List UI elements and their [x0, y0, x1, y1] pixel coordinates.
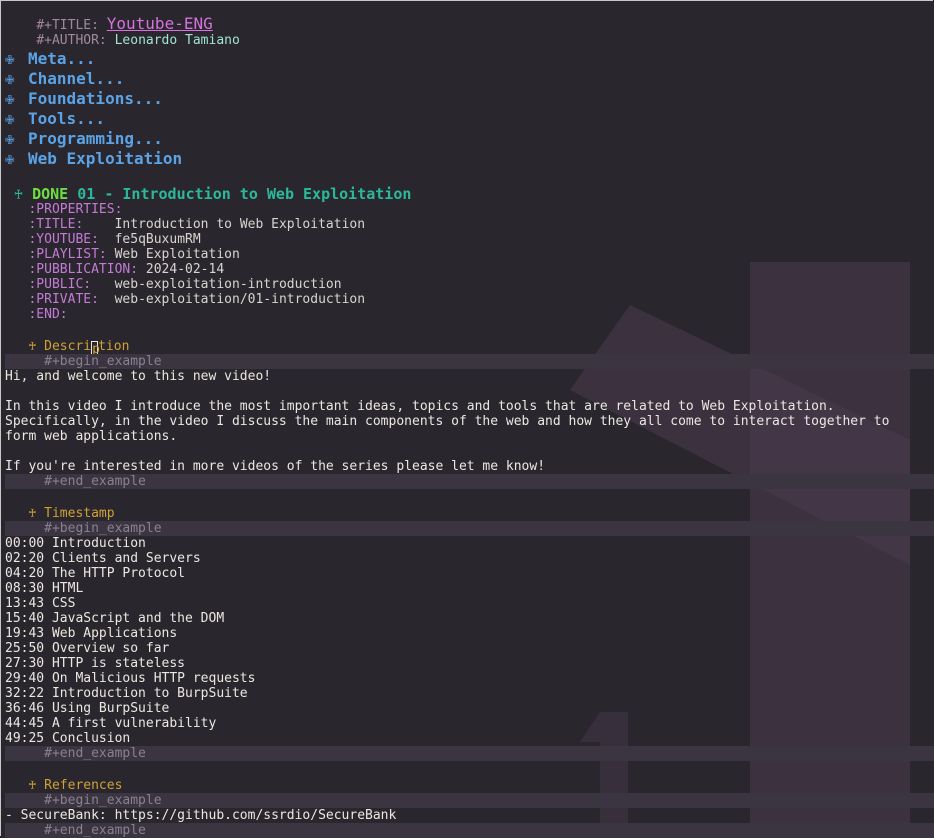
heading-label: Channel...	[28, 69, 125, 88]
reference-line: - SecureBank: https://github.com/ssrdio/…	[5, 808, 397, 823]
property-pad	[83, 217, 114, 232]
begin-example: #+begin_example	[44, 793, 162, 808]
property-pad	[107, 247, 115, 262]
timestamp-line: 32:22 Introduction to BurpSuite	[5, 686, 248, 701]
end-example: #+end_example	[44, 474, 146, 489]
entry-heading[interactable]: ♰ DONE 01 - Introduction to Web Exploita…	[5, 185, 411, 203]
document-author: Leonardo Tamiano	[114, 33, 240, 48]
property-pad	[138, 262, 146, 277]
timestamp-line: 29:40 On Malicious HTTP requests	[5, 671, 256, 686]
entry-title: 01 - Introduction to Web Exploitation	[77, 185, 412, 203]
timestamp-line: 02:20 Clients and Servers	[5, 551, 201, 566]
property-value: fe5qBuxumRM	[114, 232, 201, 247]
timestamp-line: 15:40 JavaScript and the DOM	[5, 611, 225, 626]
property-line: :YOUTUBE: fe5qBuxumRM	[5, 232, 201, 247]
end-example: #+end_example	[44, 823, 146, 838]
description-line: Hi, and welcome to this new video!	[5, 369, 272, 384]
timestamp-line: 13:43 CSS	[5, 596, 76, 611]
description-line: If you're interested in more videos of t…	[5, 459, 546, 474]
timestamp-line: 27:30 HTTP is stateless	[5, 656, 186, 671]
description-line: Specifically, in the video I discuss the…	[5, 414, 890, 429]
author-line: #+AUTHOR: Leonardo Tamiano	[5, 18, 240, 48]
ankh-bullet-icon: ♰	[14, 185, 24, 203]
timestamp-line: 49:25 Conclusion	[5, 731, 131, 746]
property-value: 2024-02-14	[145, 262, 225, 277]
cross-bullet-icon: ✙	[5, 109, 15, 128]
property-key: :PUBBLICATION:	[28, 262, 139, 277]
ankh-bullet-icon: ♰	[28, 339, 37, 354]
cross-bullet-icon: ✙	[5, 129, 15, 148]
cross-bullet-icon: ✙	[5, 89, 15, 108]
heading-channel[interactable]: ✙ Channel...	[5, 69, 124, 89]
property-key: :PRIVATE:	[28, 292, 99, 307]
author-keyword: #+AUTHOR:	[36, 33, 107, 48]
property-line: :PLAYLIST: Web Exploitation	[5, 247, 240, 262]
subheading-timestamp[interactable]: ♰ Timestamp	[5, 506, 114, 521]
subheading-references[interactable]: ♰ References	[5, 778, 122, 793]
property-key: :PUBLIC:	[28, 277, 92, 292]
timestamp-line: 08:30 HTML	[5, 581, 84, 596]
subheading-description[interactable]: ♰ Description	[5, 339, 129, 357]
end-example: #+end_example	[44, 746, 146, 761]
properties-drawer-end: :END:	[28, 307, 68, 322]
heading-label: Tools...	[28, 109, 106, 128]
property-key: :TITLE:	[28, 217, 84, 232]
property-value: web-exploitation-introduction	[114, 277, 342, 292]
property-pad	[99, 232, 115, 247]
timestamp-line: 25:50 Overview so far	[5, 641, 170, 656]
heading-label: Programming...	[28, 129, 163, 148]
begin-example: #+begin_example	[44, 354, 162, 369]
property-line: :PUBLIC: web-exploitation-introduction	[5, 277, 342, 292]
property-key: :YOUTUBE:	[28, 232, 99, 247]
timestamp-line: 44:45 A first vulnerability	[5, 716, 217, 731]
ankh-bullet-icon: ♰	[28, 506, 37, 521]
timestamp-line: 00:00 Introduction	[5, 536, 146, 551]
timestamp-line: 19:43 Web Applications	[5, 626, 178, 641]
ankh-bullet-icon: ♰	[28, 778, 37, 793]
timestamp-line: 36:46 Using BurpSuite	[5, 701, 170, 716]
cross-bullet-icon: ✙	[5, 49, 15, 68]
description-line: form web applications.	[5, 429, 178, 444]
title-line: #+TITLE: Youtube-ENG	[5, 1, 212, 34]
heading-label: Meta...	[28, 49, 96, 68]
property-value: Introduction to Web Exploitation	[114, 217, 366, 232]
property-value: web-exploitation/01-introduction	[114, 292, 366, 307]
description-line: In this video I introduce the most impor…	[5, 399, 835, 414]
property-pad	[99, 292, 115, 307]
property-pad	[91, 277, 114, 292]
property-line: :PUBBLICATION: 2024-02-14	[5, 262, 224, 277]
property-line: :TITLE: Introduction to Web Exploitation	[5, 217, 365, 232]
todo-state: DONE	[32, 185, 69, 203]
properties-drawer-start: :PROPERTIES:	[28, 202, 123, 217]
property-line: :PRIVATE: web-exploitation/01-introducti…	[5, 292, 365, 307]
heading-web-exploitation[interactable]: ✙ Web Exploitation	[5, 149, 182, 169]
heading-programming[interactable]: ✙ Programming...	[5, 129, 163, 149]
cross-bullet-icon: ✙	[5, 149, 15, 168]
property-key: :PLAYLIST:	[28, 247, 107, 262]
heading-label: Web Exploitation	[28, 149, 183, 168]
property-value: Web Exploitation	[114, 247, 240, 262]
heading-meta[interactable]: ✙ Meta...	[5, 49, 95, 69]
heading-foundations[interactable]: ✙ Foundations...	[5, 89, 163, 109]
timestamp-line: 04:20 The HTTP Protocol	[5, 566, 186, 581]
heading-label: Foundations...	[28, 89, 163, 108]
begin-example: #+begin_example	[44, 521, 162, 536]
cross-bullet-icon: ✙	[5, 69, 15, 88]
heading-tools[interactable]: ✙ Tools...	[5, 109, 105, 129]
